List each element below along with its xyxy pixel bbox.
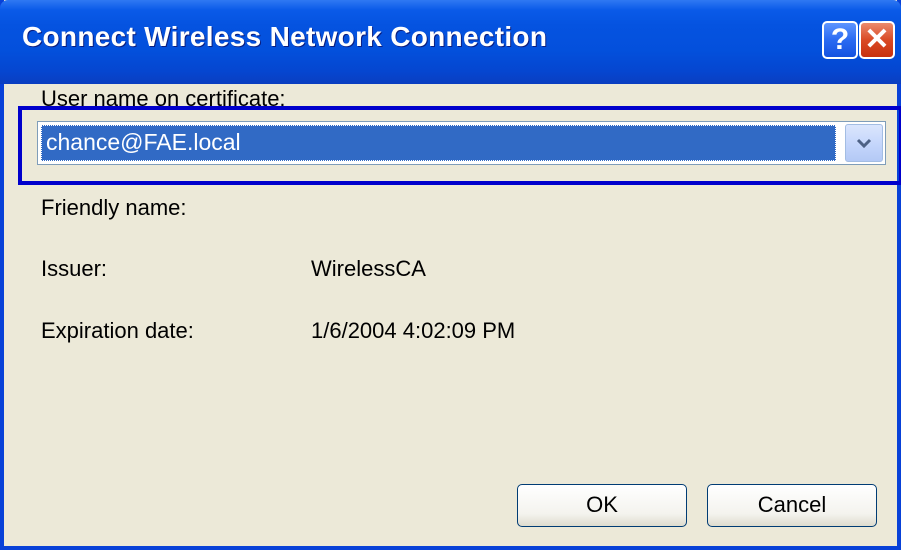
window-title: Connect Wireless Network Connection xyxy=(22,21,548,52)
dropdown-arrow-button[interactable] xyxy=(845,124,883,162)
close-button[interactable]: ✕ xyxy=(859,21,895,59)
chevron-down-icon xyxy=(856,138,872,148)
cancel-button[interactable]: Cancel xyxy=(707,484,877,527)
expiration-value: 1/6/2004 4:02:09 PM xyxy=(311,318,516,343)
issuer-label: Issuer: xyxy=(41,256,108,281)
title-bar[interactable]: Connect Wireless Network Connection ? ✕ xyxy=(0,0,901,84)
friendly-name-label: Friendly name: xyxy=(41,195,187,220)
username-value: chance@FAE.local xyxy=(46,129,241,155)
username-dropdown[interactable]: chance@FAE.local xyxy=(37,121,886,165)
help-button[interactable]: ? xyxy=(822,21,858,59)
dialog-window: Connect Wireless Network Connection ? ✕ … xyxy=(0,0,901,550)
expiration-label: Expiration date: xyxy=(41,318,194,343)
ok-button[interactable]: OK xyxy=(517,484,687,527)
close-icon: ✕ xyxy=(864,23,890,56)
username-selected-value: chance@FAE.local xyxy=(41,125,836,161)
issuer-value: WirelessCA xyxy=(311,256,426,281)
dialog-content: User name on certificate: chance@FAE.loc… xyxy=(4,84,901,546)
help-icon: ? xyxy=(830,23,850,56)
